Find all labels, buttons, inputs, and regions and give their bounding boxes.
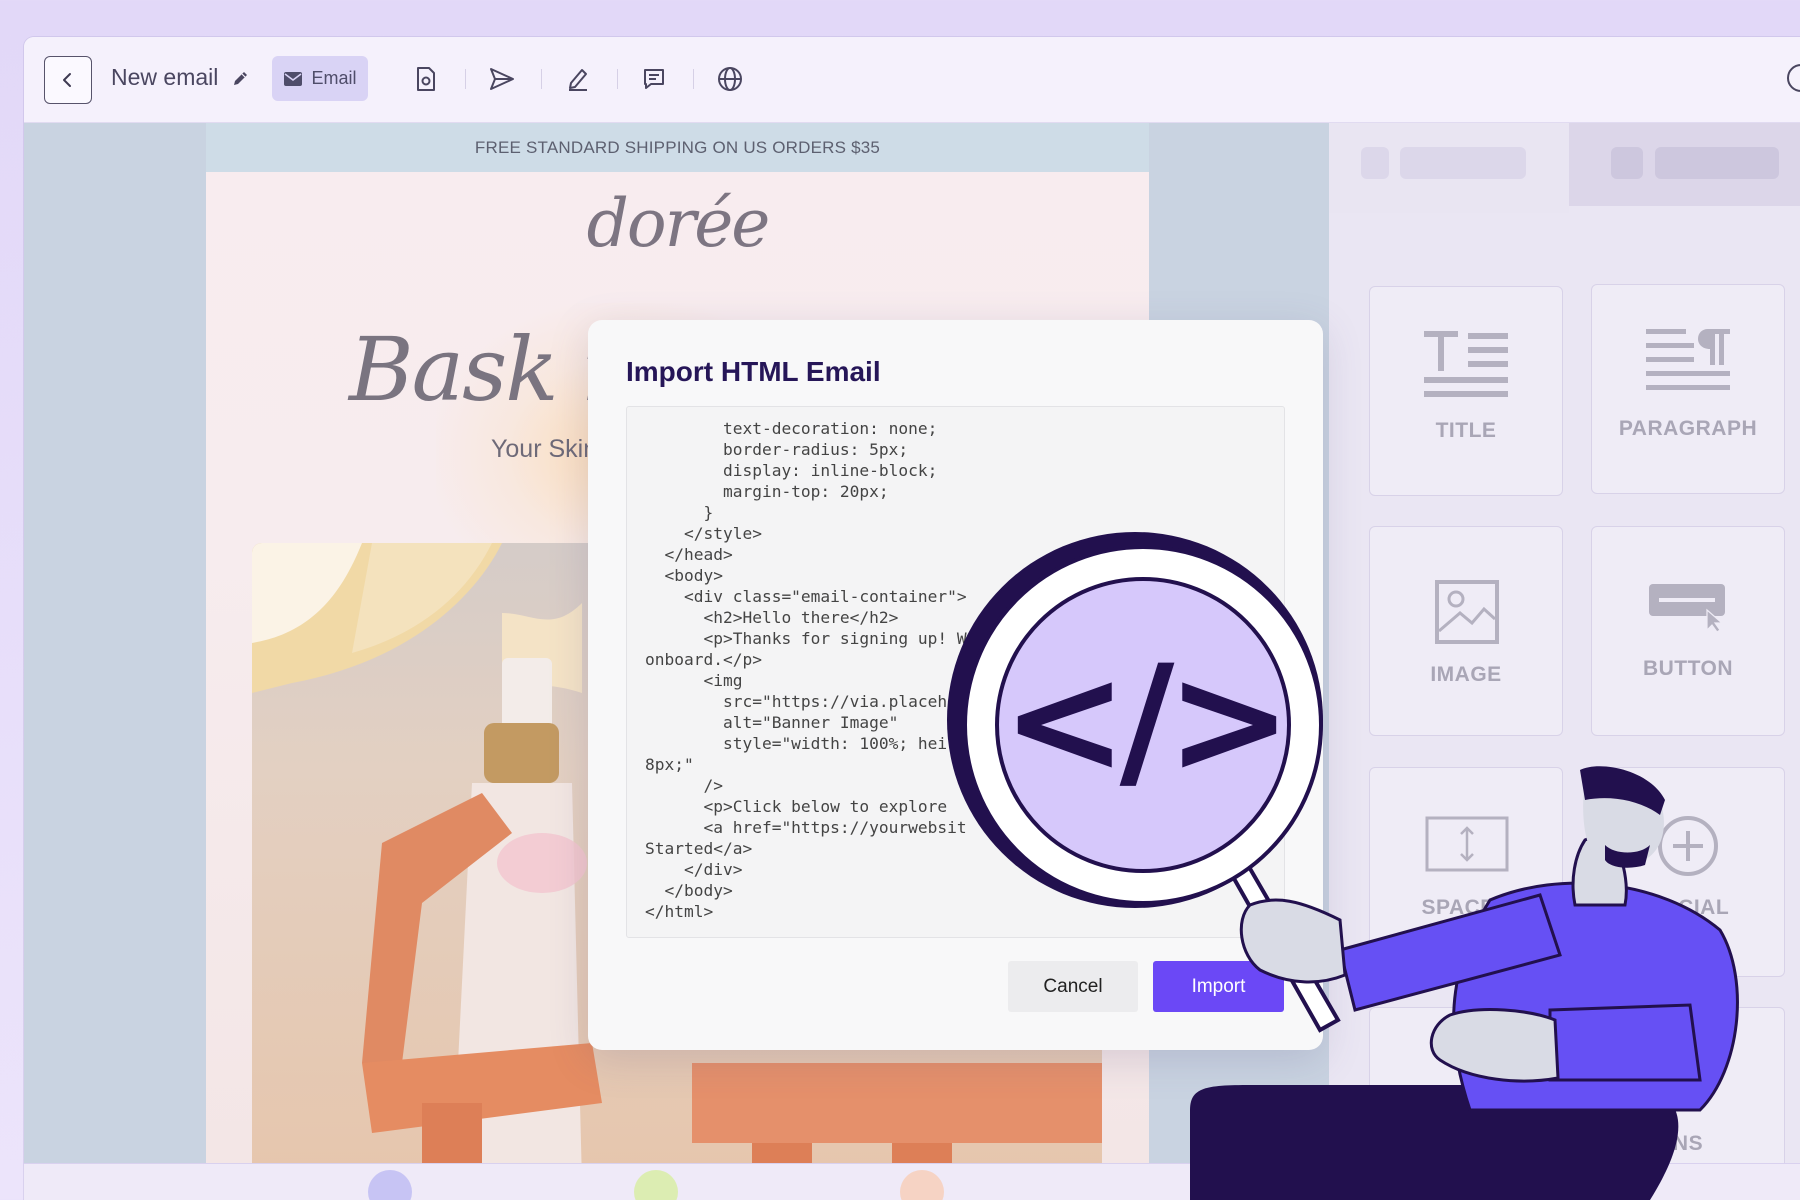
email-chip-label: Email [311,68,357,88]
toolbar-divider [693,69,694,89]
spacer-icon [1425,816,1509,872]
code-line: <div class="email-container"> [645,587,967,606]
pen-icon [569,69,587,91]
button-icon [1649,584,1725,632]
hero-headline: Bask i [349,318,611,421]
image-icon [1435,580,1499,644]
hero-subheadline: Your Skin [491,435,598,463]
email-type-chip[interactable]: Email [272,56,368,101]
bottom-avatar[interactable] [368,1170,412,1200]
import-button[interactable]: Import [1153,961,1284,1012]
code-line: Started</a> [645,839,753,858]
back-icon [63,73,71,87]
document-button[interactable] [411,64,441,94]
code-line: <p>Click below to explore [645,797,948,816]
code-line: <p>Thanks for signing up! We [645,629,977,648]
email-icon [284,71,303,86]
tab-label-placeholder [1400,147,1526,179]
send-icon [490,68,514,90]
back-button[interactable] [44,56,92,104]
code-line: <a href="https://yourwebsit [645,818,967,837]
bottom-avatar[interactable] [900,1170,944,1200]
pencil-icon[interactable] [231,68,251,88]
shipping-banner: FREE STANDARD SHIPPING ON US ORDERS $35 [206,123,1149,172]
code-line: </head> [645,545,733,564]
help-icon [1787,64,1800,92]
code-line: text-decoration: none; [645,419,938,438]
language-button[interactable] [715,64,745,94]
code-line: } [645,503,714,522]
bottom-bar [24,1163,1800,1200]
import-html-dialog: Import HTML Email text-decoration: none;… [588,320,1323,1050]
block-spacer-label: SPACER [1421,896,1511,919]
toolbar-divider [465,69,466,89]
sidebar-tab-content[interactable] [1329,123,1569,213]
send-button[interactable] [487,64,517,94]
document-icon [417,67,435,91]
html-code-editor[interactable]: text-decoration: none; border-radius: 5p… [626,406,1285,938]
block-ns-label: NS [1672,1132,1704,1155]
sidebar-tab-settings[interactable] [1569,123,1800,206]
help-button[interactable] [1786,63,1800,98]
toolbar-divider [617,69,618,89]
code-line: <img [645,671,743,690]
code-line: </style> [645,524,762,543]
comment-icon [644,69,664,89]
block-image[interactable]: IMAGE [1369,526,1563,736]
code-line: style="width: 100%; hei [645,734,948,753]
toolbar-divider [541,69,542,89]
block-paragraph[interactable]: PARAGRAPH [1591,284,1785,494]
toolbar: New email Email [24,37,1800,123]
code-line: src="https://via.placeh [645,692,948,711]
dialog-title: Import HTML Email [626,356,881,387]
design-button[interactable] [563,64,593,94]
code-line: alt="Banner Image" [645,713,899,732]
globe-icon [718,67,742,91]
code-line: display: inline-block; [645,461,938,480]
code-line: </div> [645,860,743,879]
code-line: onboard.</p> [645,650,762,669]
paragraph-icon [1646,329,1730,390]
code-line: </html> [645,902,714,921]
block-title[interactable]: TITLE [1369,286,1563,496]
code-line: 8px;" [645,755,694,774]
brand-logo: dorée [586,185,771,262]
block-social-label: SOCIAL [1646,896,1730,919]
block-social[interactable]: SOCIAL [1591,767,1785,977]
code-line: </body> [645,881,733,900]
email-title[interactable]: New email [111,64,218,91]
block-title-label: TITLE [1435,419,1497,442]
tab-label-placeholder [1655,147,1779,179]
content-blocks-sidebar: TITLE PARAGRAPH IMAGE BUTTON SPACER SOCI… [1329,123,1800,1200]
block-image-label: IMAGE [1430,663,1502,686]
block-spacer[interactable]: SPACER [1369,767,1563,977]
social-icon [1658,816,1718,876]
block-paragraph-label: PARAGRAPH [1618,417,1758,440]
tab-icon-placeholder [1611,147,1643,179]
cancel-button[interactable]: Cancel [1008,961,1138,1012]
bottom-avatar[interactable] [634,1170,678,1200]
code-line: border-radius: 5px; [645,440,909,459]
code-line: margin-top: 20px; [645,482,889,501]
block-button[interactable]: BUTTON [1591,526,1785,736]
code-line: /> [645,776,723,795]
code-line: <h2>Hello there</h2> [645,608,899,627]
tab-icon-placeholder [1361,147,1389,179]
code-line: <body> [645,566,723,585]
title-icon [1424,331,1508,397]
comments-button[interactable] [639,64,669,94]
block-button-label: BUTTON [1642,657,1734,680]
